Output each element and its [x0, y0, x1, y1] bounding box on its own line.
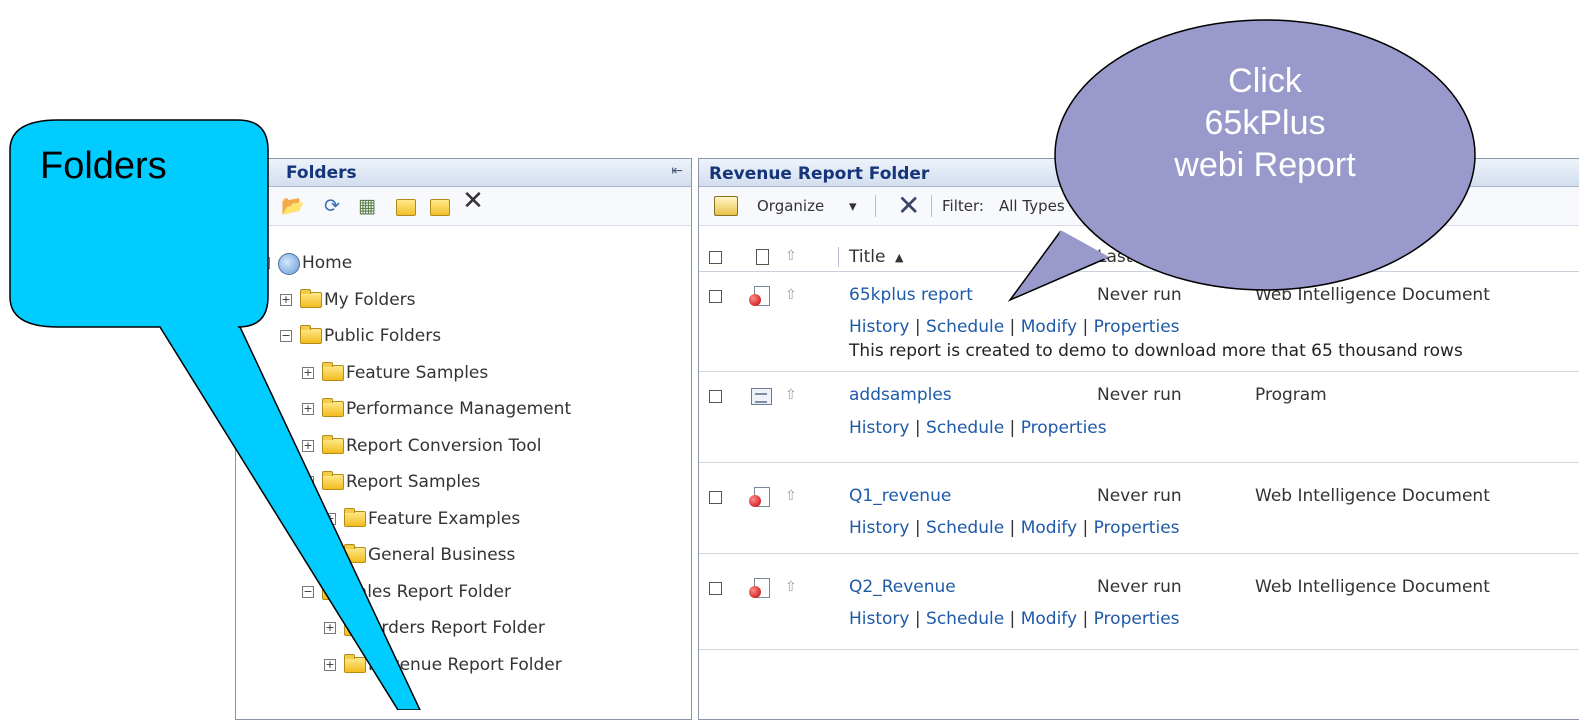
click-callout-text: Click 65kPlus webi Report — [1090, 60, 1440, 186]
folders-callout-shape — [9, 119, 421, 710]
callout-line: 65kPlus — [1204, 104, 1326, 142]
folders-callout-text: Folders — [40, 145, 167, 187]
callout-line: webi Report — [1174, 146, 1356, 184]
callout-line: Click — [1228, 62, 1302, 100]
click-callout-shape — [1007, 231, 1109, 302]
